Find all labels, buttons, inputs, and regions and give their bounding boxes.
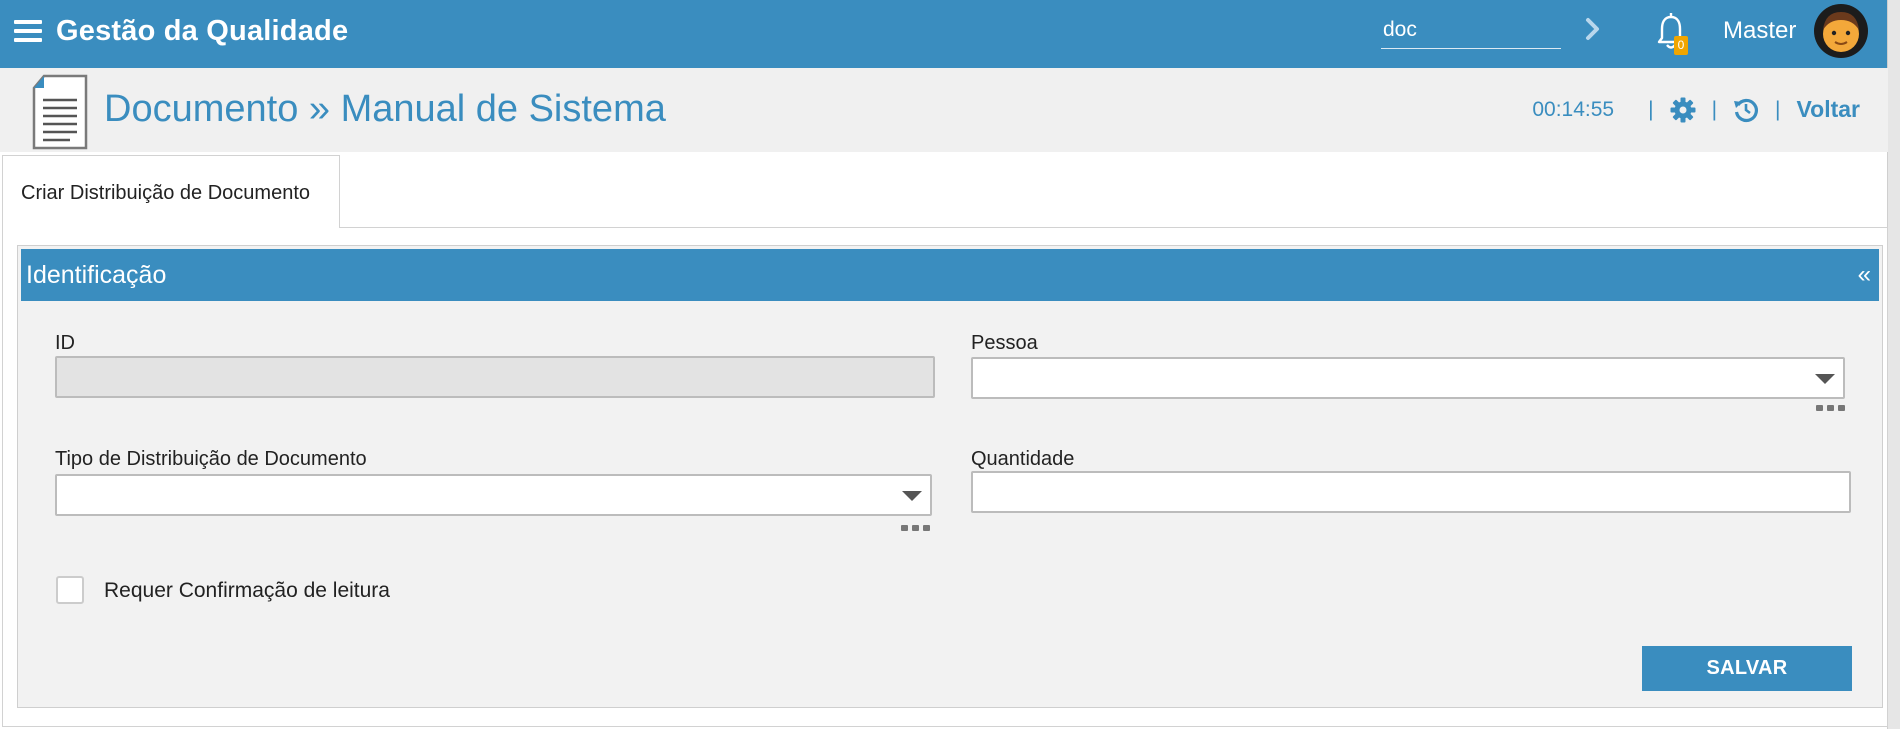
document-icon [30,74,90,150]
top-bar: Gestão da Qualidade 0 Master [0,0,1888,68]
confirmacao-leitura-label[interactable]: Requer Confirmação de leitura [104,579,390,603]
notification-badge: 0 [1674,36,1688,55]
identificacao-section: Identificação « ID Pessoa Tipo de Distri… [17,245,1883,708]
gear-icon[interactable] [1670,97,1696,123]
tipo-distribuicao-select[interactable] [55,474,932,516]
ellipsis-icon[interactable] [901,525,931,535]
back-link[interactable]: Voltar [1797,96,1860,123]
tab-criar-distribuicao[interactable]: Criar Distribuição de Documento [2,155,340,228]
quantidade-field[interactable] [971,471,1851,513]
user-name[interactable]: Master [1723,17,1796,45]
confirmacao-leitura-checkbox[interactable] [56,576,84,604]
id-label: ID [55,332,75,354]
session-timer: 00:14:55 [1532,97,1615,121]
separator: | [1711,97,1718,121]
separator: | [1775,97,1781,121]
caret-down-icon [1815,374,1835,384]
tipo-label: Tipo de Distribuição de Documento [55,448,367,470]
chevron-right-icon[interactable] [1581,14,1605,44]
separator: | [1648,97,1654,121]
ellipsis-icon[interactable] [1816,405,1846,415]
history-icon[interactable] [1733,97,1759,123]
page-title: Documento » Manual de Sistema [104,88,666,130]
hamburger-menu-icon[interactable] [14,20,42,44]
section-header[interactable]: Identificação « [21,249,1879,301]
page-header: Documento » Manual de Sistema 00:14:55 | [0,68,1888,152]
id-field [55,356,935,398]
section-title: Identificação [26,261,167,289]
header-toolbar: 00:14:55 | | | Voltar [1532,96,1860,123]
search-input[interactable] [1381,11,1561,49]
pessoa-select[interactable] [971,357,1845,399]
app-title: Gestão da Qualidade [56,15,349,47]
user-avatar-icon[interactable] [1813,3,1869,59]
vertical-scrollbar[interactable] [1887,0,1900,729]
quantidade-label: Quantidade [971,448,1075,470]
pessoa-label: Pessoa [971,332,1038,354]
caret-down-icon [902,491,922,501]
save-button[interactable]: SALVAR [1642,646,1852,691]
collapse-button[interactable]: « [1858,261,1871,289]
